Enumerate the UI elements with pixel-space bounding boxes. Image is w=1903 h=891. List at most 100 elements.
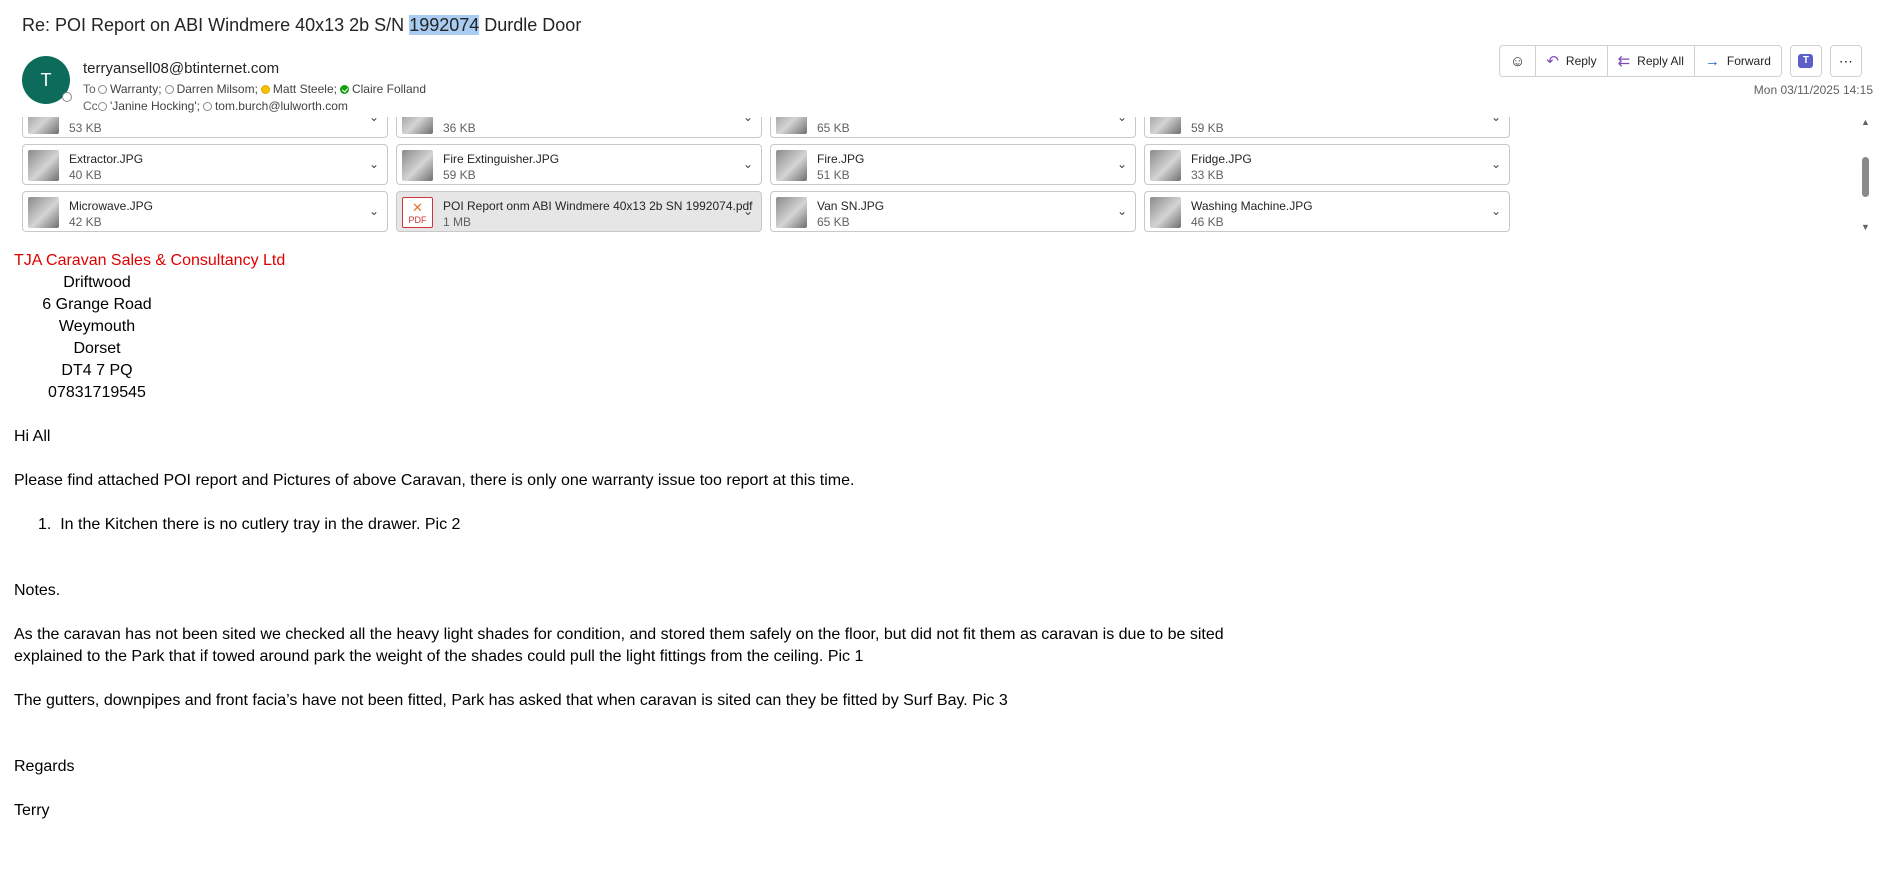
presence-icon bbox=[62, 92, 72, 102]
image-thumbnail bbox=[28, 150, 59, 181]
chevron-down-icon[interactable]: ⌄ bbox=[743, 157, 753, 171]
recipient[interactable]: Matt Steele; bbox=[260, 82, 337, 96]
scroll-down-icon[interactable]: ▼ bbox=[1861, 222, 1870, 232]
recipient[interactable]: Warranty; bbox=[98, 82, 162, 96]
attachment-name: Fire Extinguisher.JPG bbox=[443, 152, 560, 166]
message-actions: ☺ ↶ Reply ⇇ Reply All → Forward T ⋯ bbox=[1499, 45, 1862, 77]
image-thumbnail bbox=[1150, 117, 1181, 134]
cc-line: Cc 'Janine Hocking'; tom.burch@lulworth.… bbox=[83, 99, 351, 113]
email-subject: Re: POI Report on ABI Windmere 40x13 2b … bbox=[22, 15, 581, 36]
image-thumbnail bbox=[776, 150, 807, 181]
attachment-size: 59 KB bbox=[1191, 121, 1224, 135]
attachment-card[interactable]: 59 KB ⌄ bbox=[1144, 117, 1510, 138]
attachment-scrollbar[interactable]: ▲ ▼ bbox=[1860, 117, 1872, 232]
more-icon: ⋯ bbox=[1838, 52, 1853, 69]
sender-address[interactable]: terryansell08@btinternet.com bbox=[83, 60, 279, 77]
intro-paragraph: Please find attached POI report and Pict… bbox=[14, 472, 855, 489]
attachment-card[interactable]: Extractor.JPG 40 KB ⌄ bbox=[22, 144, 388, 185]
chevron-down-icon[interactable]: ⌄ bbox=[369, 157, 379, 171]
image-thumbnail bbox=[402, 117, 433, 134]
attachment-size: 65 KB bbox=[817, 121, 850, 135]
sender-avatar[interactable]: T bbox=[22, 56, 72, 104]
chevron-down-icon[interactable]: ⌄ bbox=[743, 204, 753, 218]
attachment-card[interactable]: Microwave.JPG 42 KB ⌄ bbox=[22, 191, 388, 232]
attachment-size: 36 KB bbox=[443, 121, 476, 135]
presence-offline-icon bbox=[164, 84, 174, 94]
attachment-size: 40 KB bbox=[69, 168, 102, 182]
presence-offline-icon bbox=[98, 84, 107, 94]
image-thumbnail bbox=[776, 117, 807, 134]
to-label: To bbox=[83, 82, 96, 96]
attachment-name: Fire.JPG bbox=[817, 152, 865, 166]
reply-all-button[interactable]: ⇇ Reply All bbox=[1608, 46, 1695, 76]
notes-paragraph-line: As the caravan has not been sited we che… bbox=[14, 626, 1224, 643]
attachment-size: 65 KB bbox=[817, 215, 850, 229]
chevron-down-icon[interactable]: ⌄ bbox=[1491, 204, 1501, 218]
avatar-initial: T bbox=[40, 70, 52, 90]
to-line: To Warranty; Darren Milsom; Matt Steele;… bbox=[83, 82, 429, 96]
scrollbar-thumb[interactable] bbox=[1862, 157, 1869, 197]
attachment-card[interactable]: Washing Machine.JPG 46 KB ⌄ bbox=[1144, 191, 1510, 232]
attachment-name: Microwave.JPG bbox=[69, 199, 154, 213]
regards: Regards bbox=[14, 758, 75, 775]
presence-away-icon bbox=[260, 84, 270, 94]
attachment-name: Washing Machine.JPG bbox=[1191, 199, 1313, 213]
subject-text: Re: POI Report on ABI Windmere 40x13 2b … bbox=[22, 15, 410, 35]
list-number: 1. bbox=[38, 516, 52, 533]
react-button[interactable]: ☺ bbox=[1500, 46, 1537, 76]
chevron-down-icon[interactable]: ⌄ bbox=[1117, 117, 1127, 124]
recipient[interactable]: 'Janine Hocking'; bbox=[98, 99, 200, 113]
scroll-up-icon[interactable]: ▲ bbox=[1861, 117, 1870, 127]
address-line: Driftwood bbox=[63, 274, 131, 291]
address-line: DT4 7 PQ bbox=[61, 362, 133, 379]
reply-all-icon: ⇇ bbox=[1617, 53, 1631, 70]
attachment-size: 51 KB bbox=[817, 168, 850, 182]
attachment-size: 46 KB bbox=[1191, 215, 1224, 229]
attachment-card[interactable]: Fire.JPG 51 KB ⌄ bbox=[770, 144, 1136, 185]
chevron-down-icon[interactable]: ⌄ bbox=[743, 117, 753, 124]
pdf-file-icon: PDF bbox=[402, 197, 433, 228]
presence-available-icon bbox=[339, 84, 349, 94]
address-line: Dorset bbox=[73, 340, 121, 357]
phone-number: 07831719545 bbox=[48, 384, 146, 401]
chevron-down-icon[interactable]: ⌄ bbox=[369, 204, 379, 218]
reply-icon: ↶ bbox=[1546, 53, 1559, 70]
chevron-down-icon[interactable]: ⌄ bbox=[1491, 157, 1501, 171]
recipient[interactable]: tom.burch@lulworth.com bbox=[202, 99, 348, 113]
chevron-down-icon[interactable]: ⌄ bbox=[1117, 204, 1127, 218]
attachment-size: 53 KB bbox=[69, 121, 102, 135]
attachment-card[interactable]: Fire Extinguisher.JPG 59 KB ⌄ bbox=[396, 144, 762, 185]
attachment-card[interactable]: PDF POI Report onm ABI Windmere 40x13 2b … bbox=[396, 191, 762, 232]
attachment-size: 59 KB bbox=[443, 168, 476, 182]
image-thumbnail bbox=[28, 117, 59, 134]
address-line: Weymouth bbox=[58, 318, 136, 335]
attachment-card[interactable]: Fridge.JPG 33 KB ⌄ bbox=[1144, 144, 1510, 185]
teams-button[interactable]: T bbox=[1789, 45, 1822, 77]
forward-button[interactable]: → Forward bbox=[1695, 46, 1781, 76]
attachment-card[interactable]: 53 KB ⌄ bbox=[22, 117, 388, 138]
message-body: TJA Caravan Sales & Consultancy Ltd Drif… bbox=[14, 250, 1224, 822]
reply-button-group: ☺ ↶ Reply ⇇ Reply All → Forward bbox=[1499, 45, 1782, 77]
list-item: 1. In the Kitchen there is no cutlery tr… bbox=[14, 514, 1224, 536]
notes-heading: Notes. bbox=[14, 582, 61, 599]
presence-offline-icon bbox=[98, 101, 107, 111]
presence-offline-icon bbox=[202, 101, 212, 111]
chevron-down-icon[interactable]: ⌄ bbox=[1491, 117, 1501, 124]
attachment-card[interactable]: Van SN.JPG 65 KB ⌄ bbox=[770, 191, 1136, 232]
signature: Terry bbox=[14, 802, 50, 819]
recipient[interactable]: Claire Folland bbox=[339, 82, 426, 96]
more-actions-button[interactable]: ⋯ bbox=[1829, 45, 1862, 77]
chevron-down-icon[interactable]: ⌄ bbox=[369, 117, 379, 124]
attachment-size: 42 KB bbox=[69, 215, 102, 229]
attachment-card[interactable]: 65 KB ⌄ bbox=[770, 117, 1136, 138]
attachment-card[interactable]: 36 KB ⌄ bbox=[396, 117, 762, 138]
attachment-name: Fridge.JPG bbox=[1191, 152, 1252, 166]
chevron-down-icon[interactable]: ⌄ bbox=[1117, 157, 1127, 171]
forward-icon: → bbox=[1704, 52, 1720, 70]
attachment-well: 53 KB ⌄ 36 KB ⌄ 65 KB ⌄ 59 KB ⌄ Extractor.JPG 40 … bbox=[22, 117, 1512, 233]
attachment-size: 33 KB bbox=[1191, 168, 1224, 182]
reply-button[interactable]: ↶ Reply bbox=[1536, 46, 1608, 76]
notes-paragraph-line: explained to the Park that if towed arou… bbox=[14, 648, 864, 665]
sent-datetime: Mon 03/11/2025 14:15 bbox=[1753, 83, 1873, 97]
recipient[interactable]: Darren Milsom; bbox=[164, 82, 258, 96]
